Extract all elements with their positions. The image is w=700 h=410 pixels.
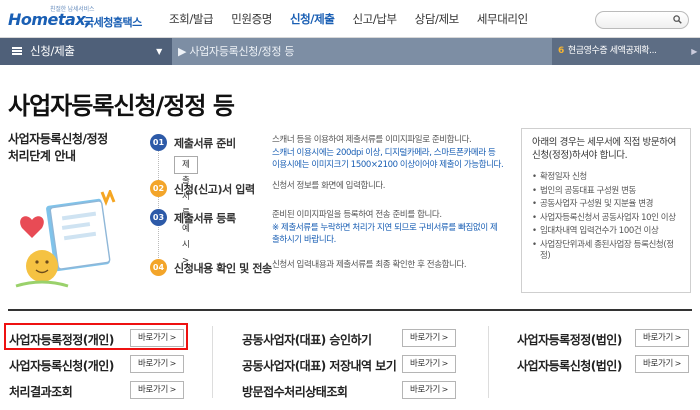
process-title-line2: 처리단계 안내 [8,149,76,163]
chevron-right-icon: > [169,385,177,394]
go-button[interactable]: 바로가기 > [402,329,456,347]
go-button[interactable]: 바로가기 > [402,381,456,399]
infobox-item: 공동사업자 구성원 및 지분율 변경 [532,199,680,211]
hamburger-icon [12,46,22,55]
step-desc-main: 준비된 이미지파일을 등록하여 전송 준비를 합니다. [272,210,442,220]
go-button[interactable]: 바로가기 > [130,329,184,347]
process-guide-title: 사업자등록신청/정정 처리단계 안내 [8,131,108,165]
caret-down-icon: ▼ [156,47,162,56]
notice-number: 6 [558,46,564,56]
menu-item-inquiry[interactable]: 조회/발급 [160,0,222,38]
step-desc-main: 스캐너 등을 이용하여 제출서류를 이미지파일로 준비합니다. [272,135,472,145]
chevron-right-icon: > [169,359,177,368]
go-button[interactable]: 바로가기 > [635,329,689,347]
infobox-item: 임대차내역 입력건수가 100건 이상 [532,226,680,238]
document-illustration [15,190,116,288]
logo-brand: Hometax, [8,10,91,29]
step-desc-main: 신청서 정보를 화면에 입력합니다. [272,181,386,191]
menu-item-report-pay[interactable]: 신고/납부 [343,0,405,38]
quick-link-label[interactable]: 사업자등록신청(개인) [9,357,114,374]
document-example-button[interactable]: 제출서류예시 > [174,156,198,266]
infobox-item: 확정일자 신청 [532,172,680,184]
infobox-intro: 아래의 경우는 세무서에 직접 방문하여 신청(정정)하셔야 합니다. [532,137,676,161]
menu-item-apply[interactable]: 신청/제출 [281,0,344,38]
process-title-line1: 사업자등록신청/정정 [8,132,108,146]
infobox-item: 사업자등록신청서 공동사업자 10인 이상 [532,213,680,225]
step-description: 신청서 정보를 화면에 입력합니다. [272,180,504,193]
menu-item-certificate[interactable]: 민원증명 [222,0,281,38]
go-button[interactable]: 바로가기 > [635,355,689,373]
sub-navigation: 신청/제출 ▼ ▶ 사업자등록신청/정정 등 6 현금영수증 세액공제확... ▶ [0,38,700,65]
step-number: 03 [150,209,167,226]
breadcrumb: ▶ 사업자등록신청/정정 등 [178,38,294,65]
infobox-item: 사업장단위과세 종된사업장 등록신청(정정) [532,240,680,263]
go-button[interactable]: 바로가기 > [402,355,456,373]
section-divider [8,309,692,311]
step-title: 신청(신고)서 입력 [174,183,255,196]
chevron-right-icon: > [441,333,449,342]
step-number: 02 [150,180,167,197]
step-description: 신청서 입력내용과 제출서류를 최종 확인한 후 전송합니다. [272,259,504,272]
step-desc-main: 신청서 입력내용과 제출서류를 최종 확인한 후 전송합니다. [272,260,467,270]
step-title: 제출서류 준비 [174,137,236,150]
chevron-right-icon: > [169,333,177,342]
menu-item-consult[interactable]: 상담/제보 [406,0,468,38]
quick-link-label[interactable]: 사업자등록정정(법인) [517,331,622,348]
menu-item-tax-agent[interactable]: 세무대리인 [468,0,537,38]
step-description: 준비된 이미지파일을 등록하여 전송 준비를 합니다. ※ 제출서류를 누락하면… [272,209,504,247]
chevron-right-icon: ▶ [178,45,190,58]
chevron-right-icon: > [674,333,682,342]
step-description: 스캐너 등을 이용하여 제출서류를 이미지파일로 준비합니다. 스캐너 이용시에… [272,134,504,172]
hometax-logo[interactable]: 친절한 납세서비스 Hometax, 국세청홈택스 [8,4,158,34]
chevron-right-icon: > [441,359,449,368]
visit-required-infobox: 아래의 경우는 세무서에 직접 방문하여 신청(정정)하셔야 합니다. 확정일자… [521,128,691,293]
step-number: 04 [150,259,167,276]
infobox-item: 법인의 공동대표 구성원 변동 [532,186,680,198]
go-button[interactable]: 바로가기 > [130,381,184,399]
quick-link-label[interactable]: 방문접수처리상태조회 [242,383,348,400]
chevron-right-icon[interactable]: ▶ [691,38,697,65]
column-divider [488,326,489,398]
step-desc-note: 스캐너 이용시에는 200dpi 이상, 디지털카메라, 스마트폰카메라 등 이… [272,147,504,171]
quick-link-label[interactable]: 사업자등록정정(개인) [9,331,114,348]
section-label: 신청/제출 [30,44,75,58]
chevron-right-icon: > [441,385,449,394]
column-divider [212,326,213,398]
infobox-list: 확정일자 신청 법인의 공동대표 구성원 변동 공동사업자 구성원 및 지분율 … [532,172,680,263]
quick-link-label[interactable]: 사업자등록신청(법인) [517,357,622,374]
notice-text: 현금영수증 세액공제확... [567,46,657,56]
quick-link-label[interactable]: 처리결과조회 [9,383,73,400]
logo-sub: 국세청홈택스 [84,16,142,29]
section-dropdown[interactable]: 신청/제출 ▼ [0,38,172,65]
notice-ticker[interactable]: 6 현금영수증 세액공제확... ▶ [552,38,700,65]
step-title: 제출서류 등록 [174,212,236,225]
quick-link-label[interactable]: 공동사업자(대표) 승인하기 [242,331,372,348]
main-menu: 조회/발급 민원증명 신청/제출 신고/납부 상담/제보 세무대리인 [160,0,537,38]
search-icon[interactable] [673,15,682,24]
quick-link-label[interactable]: 공동사업자(대표) 저장내역 보기 [242,357,397,374]
step-desc-note: ※ 제출서류를 누락하면 처리가 지연 되므로 구비서류를 빠짐없이 제출하시기… [272,222,498,246]
search-input[interactable] [595,11,689,29]
chevron-right-icon: > [674,359,682,368]
step-number: 01 [150,134,167,151]
page-title: 사업자등록신청/정정 등 [8,92,235,120]
top-navigation: 친절한 납세서비스 Hometax, 국세청홈택스 조회/발급 민원증명 신청/… [0,0,700,38]
breadcrumb-current: 사업자등록신청/정정 등 [189,45,295,58]
step-title: 신청내용 확인 및 전송 [174,262,272,275]
go-button[interactable]: 바로가기 > [130,355,184,373]
